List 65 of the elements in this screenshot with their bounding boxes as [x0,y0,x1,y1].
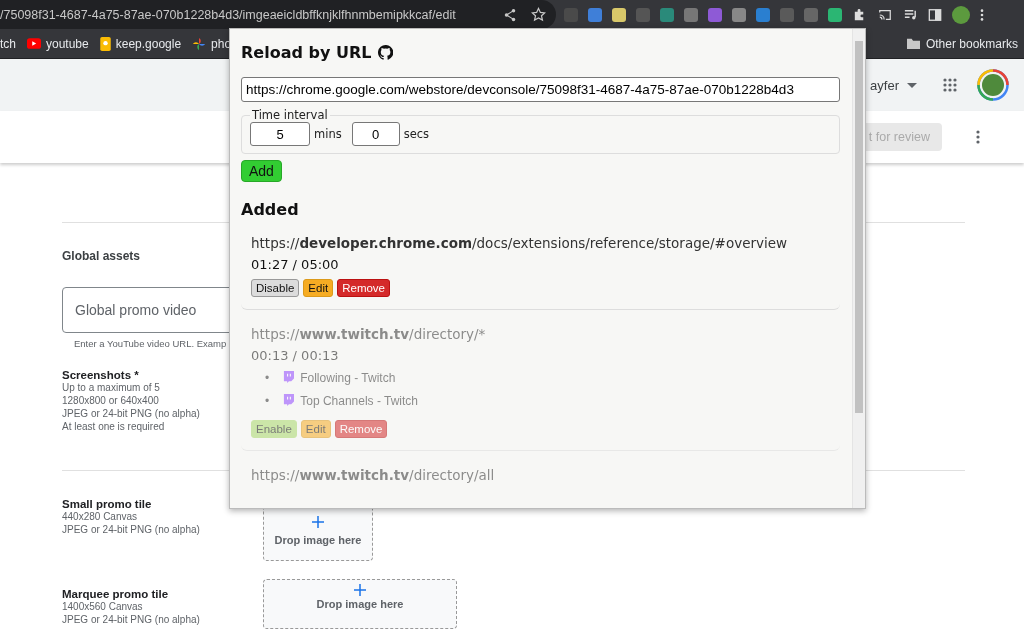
bullet: • [265,371,270,385]
section-title: Global assets [62,249,141,263]
interval-legend: Time interval [250,108,330,122]
asset-requirement: At least one is required [62,420,165,433]
unit-label: secs [403,127,430,141]
asset-requirement: 1280x800 or 640x400 [62,394,159,407]
unit-label: mins [314,127,342,141]
bookmark[interactable]: tch [0,36,16,51]
entry-timer: 01:27 / 05:00 [251,257,340,272]
plus-icon [354,584,366,596]
tab-title: Top Channels - Twitch [300,394,419,408]
scrollbar[interactable] [852,29,865,508]
folder-icon [905,37,921,50]
asset-requirement: Up to a maximum of 5 [62,381,160,394]
bullet: • [265,394,270,408]
apps-icon[interactable] [943,78,957,92]
tab-title: Following - Twitch [300,371,396,385]
sidebar-icon[interactable] [928,7,942,22]
add-button[interactable]: Add [241,160,282,182]
remove-button[interactable]: Remove [337,279,390,297]
plus-icon [312,516,324,528]
extension-icon[interactable] [612,7,626,22]
asset-requirement: 1400x560 Canvas [62,600,143,613]
edit-button[interactable]: Edit [303,279,334,297]
profile-avatar[interactable] [952,5,970,24]
asset-requirement: JPEG or 24-bit PNG (no alpha) [62,523,200,536]
field-hint: Enter a YouTube video URL. Examp [74,338,227,349]
extension-icon[interactable] [732,7,746,22]
asset-title: Marquee promo tile [62,588,169,600]
asset-requirement: JPEG or 24-bit PNG (no alpha) [62,407,200,420]
toggle-button[interactable]: Disable [251,279,300,297]
extension-icon[interactable] [660,7,674,22]
bookmark[interactable]: keep.google [99,36,182,51]
more-icon[interactable] [976,130,980,144]
asset-title: Small promo tile [62,498,152,510]
extension-icon[interactable] [588,7,602,22]
pinwheel-icon [192,36,207,51]
account-switcher[interactable]: ayfer [870,77,917,93]
asset-requirement: 440x280 Canvas [62,510,138,523]
bookmark[interactable]: youtube [27,36,89,51]
seconds-input[interactable]: 0 [351,122,400,146]
asset-requirement: JPEG or 24-bit PNG (no alpha) [62,613,200,626]
url-input[interactable]: https://chrome.google.com/webstore/devconsole/75098f31-4687-4a75-87ae-070b1228b4d3 [241,77,840,102]
menu-icon[interactable] [980,7,984,22]
extension-icon[interactable] [756,7,770,22]
bulb-icon [99,36,111,51]
share-icon[interactable] [503,7,517,22]
asset-title: Screenshots * [62,369,139,381]
popup-title: Reload by URL [241,43,372,62]
playlist-icon[interactable] [903,7,918,22]
caret-icon [907,82,917,88]
image-drop-zone[interactable]: Drop image here [263,579,457,629]
extension-icon[interactable] [828,7,842,22]
play-button-icon [27,38,41,49]
chat-bubble-icon [283,394,295,406]
github-icon[interactable] [378,45,394,60]
chat-bubble-icon [283,371,295,383]
bookmark-folder[interactable]: Other bookmarks [905,36,1018,51]
entry-timer: 00:13 / 00:13 [251,348,340,363]
account-avatar[interactable] [977,69,1009,101]
star-icon[interactable] [531,7,546,22]
entry-url: https://developer.chrome.com/docs/extensions/reference/storage/#overview [251,235,789,251]
minutes-input[interactable]: 5 [250,122,310,146]
cast-icon[interactable] [877,7,893,22]
section-heading: Added [241,200,300,219]
